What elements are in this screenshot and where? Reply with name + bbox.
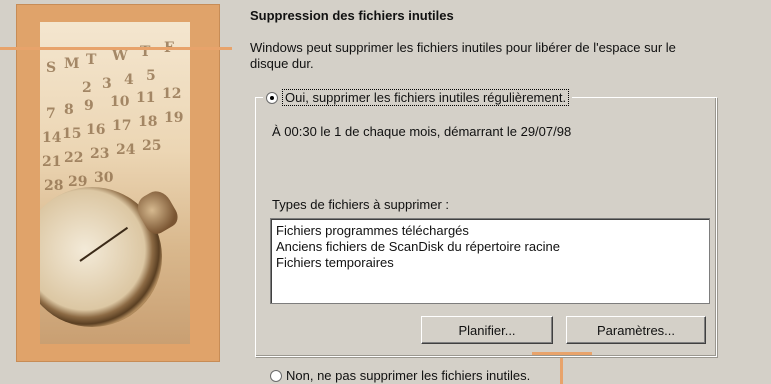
calendar-day: 24: [116, 142, 136, 158]
calendar-day: M: [64, 56, 80, 72]
yes-radio[interactable]: [266, 91, 278, 104]
calendar-stopwatch-illustration: S M T W T F 2 3 4 5 7 8 9 10 11 12 14 15…: [16, 4, 220, 362]
schedule-text: À 00:30 le 1 de chaque mois, démarrant l…: [272, 124, 572, 139]
callout-line-top: [0, 47, 232, 50]
calendar-day: 30: [94, 170, 114, 186]
calendar-day: 19: [164, 110, 184, 126]
calendar-day: 2: [82, 80, 92, 96]
settings-button[interactable]: Paramètres...: [566, 316, 706, 344]
calendar-day: 14: [42, 130, 62, 146]
illustration-image: S M T W T F 2 3 4 5 7 8 9 10 11 12 14 15…: [40, 22, 190, 344]
calendar-day: 15: [62, 126, 82, 142]
calendar-day: S: [46, 60, 57, 76]
calendar-day: 28: [44, 178, 64, 194]
file-types-list[interactable]: Fichiers programmes téléchargés Anciens …: [270, 218, 710, 304]
file-types-label: Types de fichiers à supprimer :: [272, 197, 450, 212]
yes-radio-label[interactable]: Oui, supprimer les fichiers inutiles rég…: [282, 89, 570, 106]
calendar-day: 23: [90, 146, 110, 162]
calendar-day: 5: [146, 68, 156, 84]
calendar-day: 18: [138, 114, 158, 130]
calendar-day: 7: [46, 106, 56, 122]
calendar-day: 21: [42, 154, 62, 170]
calendar-day: 22: [64, 150, 84, 166]
list-item[interactable]: Fichiers temporaires: [271, 255, 709, 271]
disk-cleanup-dialog: S M T W T F 2 3 4 5 7 8 9 10 11 12 14 15…: [0, 0, 771, 384]
dialog-title: Suppression des fichiers inutiles: [250, 8, 454, 23]
no-radio[interactable]: [270, 369, 282, 382]
calendar-day: 9: [84, 98, 94, 114]
calendar-day: 3: [102, 76, 112, 92]
calendar-day: 25: [142, 138, 162, 154]
no-radio-label[interactable]: Non, ne pas supprimer les fichiers inuti…: [286, 368, 530, 383]
calendar-day: 17: [112, 118, 132, 134]
calendar-day: W: [112, 48, 128, 64]
list-item[interactable]: Fichiers programmes téléchargés: [271, 223, 709, 239]
calendar-day: 16: [86, 122, 106, 138]
calendar-day: 8: [64, 102, 74, 118]
option-no[interactable]: Non, ne pas supprimer les fichiers inuti…: [270, 368, 530, 383]
calendar-day: T: [86, 52, 97, 68]
dialog-description: Windows peut supprimer les fichiers inut…: [250, 40, 676, 71]
calendar-day: 4: [124, 72, 134, 88]
list-item[interactable]: Anciens fichiers de ScanDisk du répertoi…: [271, 239, 709, 255]
calendar-day: 12: [162, 86, 182, 102]
schedule-button[interactable]: Planifier...: [421, 316, 553, 344]
calendar-day: 10: [110, 94, 130, 110]
calendar-day: 11: [136, 90, 156, 106]
option-yes[interactable]: Oui, supprimer les fichiers inutiles rég…: [263, 89, 573, 106]
